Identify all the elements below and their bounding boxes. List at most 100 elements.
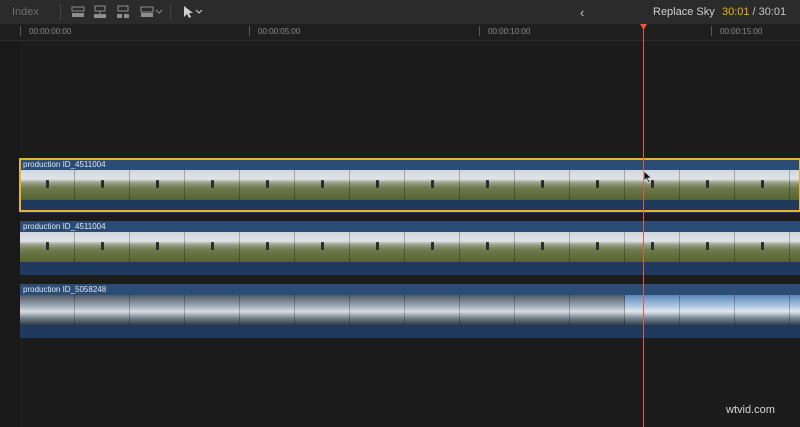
person-figure bbox=[541, 242, 544, 250]
clip-thumbnail bbox=[240, 232, 295, 262]
timecode-duration: 30:01 bbox=[758, 6, 787, 18]
clip-appearance-icon[interactable] bbox=[70, 4, 86, 20]
toolbar-divider bbox=[60, 4, 61, 20]
clip-thumbnail bbox=[625, 232, 680, 262]
clip-thumbnail bbox=[405, 232, 460, 262]
toolbar-divider bbox=[170, 4, 171, 20]
person-figure bbox=[101, 180, 104, 188]
person-figure bbox=[46, 242, 49, 250]
clip-thumbnail bbox=[460, 295, 515, 325]
person-figure bbox=[706, 180, 709, 188]
clip-thumbnail bbox=[185, 170, 240, 200]
clip-thumbnail bbox=[295, 295, 350, 325]
ruler-tick bbox=[711, 26, 712, 36]
clip-thumbnail bbox=[790, 295, 800, 325]
ruler-label: 00:00:05:00 bbox=[258, 27, 301, 36]
insert-clip-icon[interactable] bbox=[115, 4, 131, 20]
person-figure bbox=[761, 242, 764, 250]
video-clip[interactable]: production ID_5058248 bbox=[20, 284, 800, 338]
person-figure bbox=[541, 180, 544, 188]
person-figure bbox=[596, 242, 599, 250]
back-button[interactable]: ‹ bbox=[580, 0, 584, 24]
person-figure bbox=[266, 180, 269, 188]
person-figure bbox=[266, 242, 269, 250]
video-clip[interactable]: production ID_4511004 bbox=[20, 221, 800, 275]
person-figure bbox=[211, 180, 214, 188]
mouse-pointer-icon bbox=[643, 170, 653, 189]
timecode-display: 30:01 / 30:01 bbox=[722, 0, 786, 24]
person-figure bbox=[596, 180, 599, 188]
clip-thumbnail bbox=[75, 295, 130, 325]
select-tool-icon[interactable] bbox=[181, 4, 205, 20]
index-button[interactable]: Index bbox=[12, 0, 39, 24]
clip-header: production ID_4511004 bbox=[20, 221, 800, 232]
clip-thumbnail bbox=[460, 232, 515, 262]
ruler-label: 00:00:00:00 bbox=[29, 27, 72, 36]
clip-filmstrip bbox=[20, 232, 800, 262]
clip-thumbnail bbox=[735, 170, 790, 200]
clip-thumbnail bbox=[735, 232, 790, 262]
clip-filmstrip bbox=[20, 170, 800, 200]
watermark-text: wtvid.com bbox=[726, 404, 775, 416]
playhead[interactable] bbox=[643, 24, 644, 427]
person-figure bbox=[321, 242, 324, 250]
connect-clip-icon[interactable] bbox=[92, 4, 108, 20]
clip-thumbnail bbox=[405, 170, 460, 200]
clip-thumbnail bbox=[680, 170, 735, 200]
ruler-label: 00:00:15:00 bbox=[720, 27, 763, 36]
ruler-tick bbox=[249, 26, 250, 36]
person-figure bbox=[431, 180, 434, 188]
clip-thumbnail bbox=[75, 232, 130, 262]
clip-thumbnail bbox=[185, 295, 240, 325]
clip-thumbnail bbox=[20, 232, 75, 262]
video-clip[interactable]: production ID_4511004 bbox=[19, 158, 800, 213]
clip-filmstrip bbox=[20, 295, 800, 325]
clip-thumbnail bbox=[350, 295, 405, 325]
clip-thumbnail bbox=[295, 170, 350, 200]
timeline-left-rail bbox=[0, 41, 20, 427]
clip-header: production ID_4511004 bbox=[20, 159, 800, 170]
clip-thumbnail bbox=[20, 170, 75, 200]
clip-thumbnail bbox=[75, 170, 130, 200]
clip-thumbnail bbox=[130, 295, 185, 325]
clip-thumbnail bbox=[625, 295, 680, 325]
clip-thumbnail bbox=[570, 232, 625, 262]
clip-audio-lane bbox=[20, 262, 800, 275]
clip-thumbnail bbox=[130, 170, 185, 200]
person-figure bbox=[321, 180, 324, 188]
clip-thumbnail bbox=[570, 295, 625, 325]
clip-name: production ID_4511004 bbox=[23, 160, 106, 169]
overwrite-clip-icon[interactable] bbox=[139, 4, 163, 20]
person-figure bbox=[156, 180, 159, 188]
project-title: Replace Sky bbox=[653, 6, 715, 18]
clip-thumbnail bbox=[790, 170, 800, 200]
person-figure bbox=[486, 180, 489, 188]
clip-name: production ID_5058248 bbox=[23, 285, 107, 294]
timeline-toolbar: Index ‹ Replace Sky 30:01 / 30:01 bbox=[0, 0, 800, 25]
clip-thumbnail bbox=[185, 232, 240, 262]
person-figure bbox=[761, 180, 764, 188]
clip-thumbnail bbox=[240, 170, 295, 200]
person-figure bbox=[706, 242, 709, 250]
clip-thumbnail bbox=[680, 295, 735, 325]
person-figure bbox=[376, 180, 379, 188]
person-figure bbox=[651, 242, 654, 250]
clip-name: production ID_4511004 bbox=[23, 222, 106, 231]
person-figure bbox=[211, 242, 214, 250]
person-figure bbox=[486, 242, 489, 250]
person-figure bbox=[101, 242, 104, 250]
clip-audio-lane bbox=[20, 200, 800, 213]
person-figure bbox=[431, 242, 434, 250]
clip-thumbnail bbox=[790, 232, 800, 262]
clip-thumbnail bbox=[240, 295, 295, 325]
timeline-ruler[interactable]: 00:00:00:00 00:00:05:00 00:00:10:00 00:0… bbox=[0, 24, 800, 41]
person-figure bbox=[156, 242, 159, 250]
ruler-tick bbox=[479, 26, 480, 36]
clip-thumbnail bbox=[295, 232, 350, 262]
timecode-current: 30:01 bbox=[722, 6, 750, 18]
clip-thumbnail bbox=[350, 170, 405, 200]
clip-thumbnail bbox=[680, 232, 735, 262]
ruler-label: 00:00:10:00 bbox=[488, 27, 531, 36]
ruler-tick bbox=[20, 26, 21, 36]
clip-audio-lane bbox=[20, 325, 800, 338]
